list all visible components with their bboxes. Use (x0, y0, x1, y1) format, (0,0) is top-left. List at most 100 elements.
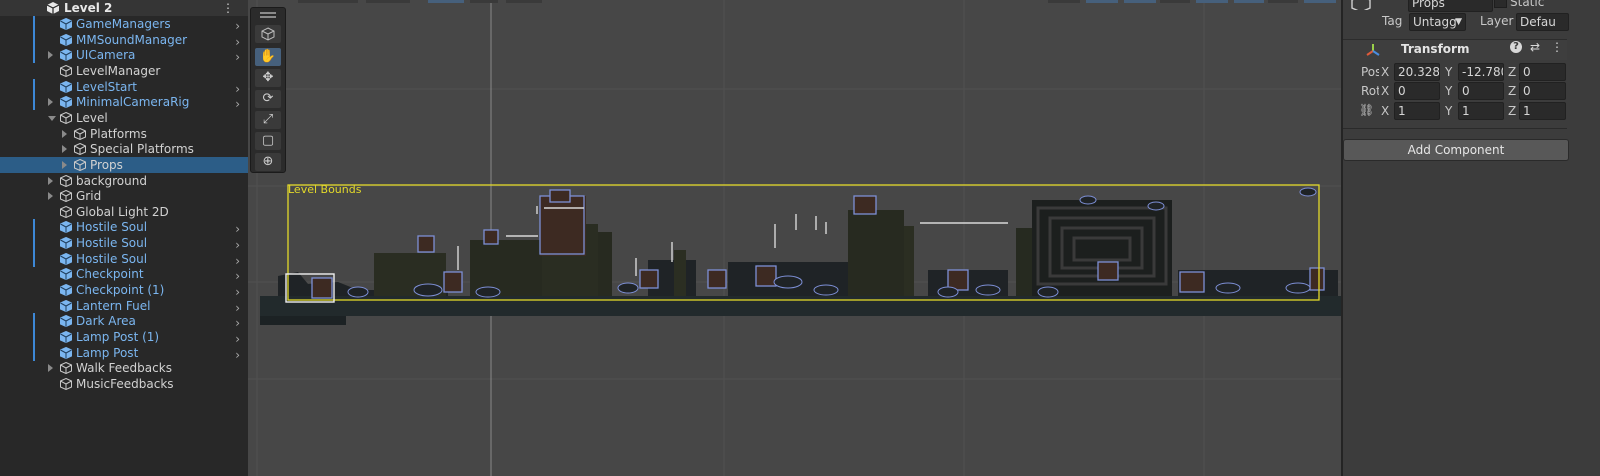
gameobject-cube-icon (74, 143, 86, 156)
hierarchy-item-label: LevelManager (76, 63, 161, 78)
rect-tool-button[interactable]: ▢ (255, 132, 281, 150)
hierarchy-item[interactable]: Global Light 2D (0, 204, 248, 220)
hierarchy-item[interactable]: GameManagers › (0, 16, 248, 33)
view-tool-button[interactable] (255, 25, 281, 43)
prefab-cube-icon (60, 221, 72, 234)
hand-icon: ✋ (259, 49, 277, 64)
pos-z-field[interactable]: 0 (1519, 63, 1566, 81)
scale-z-field[interactable]: 1 (1519, 102, 1566, 120)
expand-toggle[interactable] (48, 192, 53, 201)
hierarchy-item-label: Special Platforms (90, 142, 194, 157)
hierarchy-item[interactable]: LevelStart › (0, 78, 248, 96)
pos-y-field[interactable]: -12.780 (1458, 63, 1504, 81)
pos-y-label[interactable]: Y (1445, 64, 1452, 80)
hierarchy-item-label: Dark Area (76, 314, 136, 329)
help-icon[interactable]: ? (1510, 41, 1522, 53)
layer-label: Layer (1480, 14, 1514, 28)
hierarchy-item[interactable]: Props (0, 156, 248, 173)
hierarchy-item-label: Hostile Soul (76, 251, 148, 266)
toolbox-drag-handle[interactable] (260, 12, 276, 14)
component-menu-icon[interactable]: ⋮ (1551, 40, 1563, 54)
hierarchy-item[interactable]: UICamera › (0, 47, 248, 64)
scene-view[interactable]: Level Bounds (248, 0, 1341, 476)
move-icon: ✥ (262, 70, 274, 85)
gameobject-cube-icon (74, 158, 86, 171)
hierarchy-item[interactable]: Lamp Post › (0, 344, 248, 362)
scale-z-label[interactable]: Z (1508, 103, 1516, 119)
rot-y-field[interactable]: 0 (1458, 82, 1504, 100)
add-component-button[interactable]: Add Component (1343, 139, 1569, 161)
prefab-cube-icon (60, 315, 72, 328)
hierarchy-item[interactable]: Level (0, 110, 248, 126)
scale-tool-button[interactable]: ⤢ (255, 111, 281, 129)
hierarchy-item[interactable]: MMSoundManager › (0, 31, 248, 49)
hierarchy-item[interactable]: Grid (0, 188, 248, 204)
rot-z-field[interactable]: 0 (1519, 82, 1566, 100)
hierarchy-item-label: Checkpoint (1) (76, 283, 165, 298)
pos-x-label[interactable]: X (1381, 64, 1389, 80)
rot-x-label[interactable]: X (1381, 83, 1389, 99)
hierarchy-item[interactable]: MinimalCameraRig › (0, 94, 248, 111)
hierarchy-item[interactable]: Checkpoint › (0, 266, 248, 283)
scene-canvas[interactable] (248, 0, 1341, 476)
hierarchy-item[interactable]: Special Platforms (0, 141, 248, 157)
expand-toggle[interactable] (48, 176, 53, 185)
tag-value: Untagg (1413, 15, 1457, 29)
rot-x-field[interactable]: 0 (1394, 82, 1440, 100)
hierarchy-item-label: Props (90, 157, 123, 172)
scene-header[interactable]: Level 2 ⋮ (0, 0, 248, 16)
hierarchy-item[interactable]: Hostile Soul › (0, 235, 248, 252)
move-tool-button[interactable]: ✥ (255, 69, 281, 87)
transform-tool-button[interactable]: ⊕ (255, 153, 281, 171)
gameobject-cube-icon (74, 127, 86, 140)
layer-dropdown[interactable]: Defau (1516, 13, 1569, 31)
hierarchy-item[interactable]: Dark Area › (0, 313, 248, 330)
scale-y-label[interactable]: Y (1445, 103, 1452, 119)
hierarchy-item[interactable]: MusicFeedbacks (0, 376, 248, 392)
hierarchy-item[interactable]: Checkpoint (1) › (0, 282, 248, 299)
transform-header[interactable]: Transform ? ⇄ ⋮ (1343, 39, 1567, 60)
hierarchy-item[interactable]: Platforms (0, 126, 248, 142)
hierarchy-item[interactable]: Walk Feedbacks (0, 360, 248, 376)
hierarchy-item[interactable]: Lantern Fuel › (0, 298, 248, 315)
tag-label: Tag (1382, 14, 1403, 28)
hierarchy-item[interactable]: Hostile Soul › (0, 250, 248, 268)
expand-toggle[interactable] (48, 98, 53, 107)
hierarchy-item[interactable]: Hostile Soul › (0, 219, 248, 236)
rotate-tool-button[interactable]: ⟳ (255, 90, 281, 108)
rot-z-label[interactable]: Z (1508, 83, 1516, 99)
scene-menu-icon[interactable]: ⋮ (222, 0, 234, 16)
hierarchy-item[interactable]: background (0, 173, 248, 189)
tag-dropdown[interactable]: Untagg ▼ (1409, 13, 1466, 31)
object-name-field[interactable]: Props (1408, 0, 1493, 12)
constrain-proportions-icon[interactable]: ⛓ (1359, 103, 1374, 117)
prefab-cube-icon (60, 49, 72, 62)
hierarchy-item-label: MinimalCameraRig (76, 95, 190, 110)
static-checkbox[interactable] (1494, 0, 1507, 8)
scale-x-label[interactable]: X (1381, 103, 1389, 119)
hierarchy-item[interactable]: Lamp Post (1) › (0, 329, 248, 346)
pos-x-field[interactable]: 20.328 (1394, 63, 1440, 81)
layer-value: Defau (1520, 15, 1556, 29)
level-bounds-label: Level Bounds (288, 183, 362, 196)
expand-toggle[interactable] (48, 115, 56, 121)
pos-z-label[interactable]: Z (1508, 64, 1516, 80)
expand-toggle[interactable] (62, 145, 67, 154)
hierarchy-item-label: Level (76, 110, 108, 125)
expand-toggle[interactable] (48, 51, 53, 60)
hierarchy-item[interactable]: LevelManager (0, 63, 248, 79)
expand-toggle[interactable] (62, 129, 67, 138)
scale-y-field[interactable]: 1 (1458, 102, 1504, 120)
scale-x-field[interactable]: 1 (1394, 102, 1440, 120)
prefab-override-mark (33, 16, 35, 32)
level-geometry (260, 196, 1341, 325)
expand-toggle[interactable] (48, 364, 53, 373)
gameobject-icon (1351, 0, 1371, 10)
preset-icon[interactable]: ⇄ (1530, 40, 1540, 54)
rotate-icon: ⟳ (262, 91, 274, 106)
expand-toggle[interactable] (62, 160, 67, 169)
prefab-override-mark (33, 250, 35, 267)
hand-tool-button[interactable]: ✋ (255, 48, 281, 66)
rect-icon: ▢ (261, 133, 275, 148)
rot-y-label[interactable]: Y (1445, 83, 1452, 99)
